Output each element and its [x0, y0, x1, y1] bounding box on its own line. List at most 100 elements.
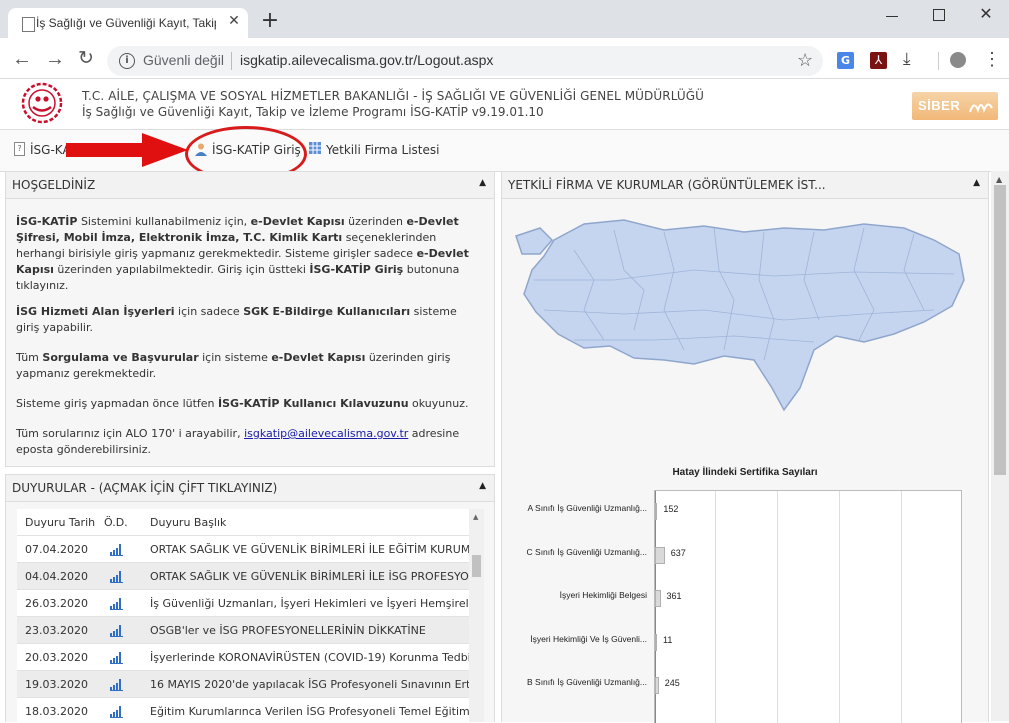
welcome-paragraph-1: İSG-KATİP Sistemini kullanabilmeniz için… — [16, 215, 469, 292]
chart-category-label: C Sınıfı İş Güvenliği Uzmanlığ... — [526, 546, 647, 557]
bar-chart-icon[interactable] — [110, 597, 123, 610]
announcements-title: DUYURULAR - (AÇMAK İÇİN ÇİFT TIKLAYINIZ) — [12, 481, 278, 495]
welcome-paragraph-2: İSG Hizmeti Alan İşyerleri için sadece S… — [16, 305, 457, 334]
scroll-thumb[interactable] — [994, 185, 1006, 475]
chart-category-label: A Sınıfı İş Güvenliği Uzmanlığ... — [527, 503, 647, 513]
bar-chart-icon[interactable] — [110, 543, 123, 556]
tab-close-icon[interactable]: ✕ — [226, 13, 242, 29]
announcements-table: Duyuru Tarih Ö.D. Duyuru Başlık 07.04.20… — [17, 509, 469, 722]
reload-icon[interactable]: ↻ — [78, 48, 100, 70]
row-od — [100, 643, 144, 671]
row-date: 07.04.2020 — [17, 535, 100, 563]
row-date: 19.03.2020 — [17, 670, 100, 698]
row-date: 26.03.2020 — [17, 589, 100, 617]
email-link[interactable]: isgkatip@ailevecalisma.gov.tr — [244, 427, 408, 440]
forward-icon[interactable]: → — [45, 48, 67, 70]
minimize-icon[interactable] — [886, 16, 898, 17]
chart-bar[interactable] — [655, 546, 665, 564]
announcements-scrollbar[interactable]: ▲ — [469, 509, 484, 722]
table-header-row: Duyuru Tarih Ö.D. Duyuru Başlık — [17, 509, 469, 536]
user-guide-link[interactable]: İSG-KATİP Kullanıcı Kılavuzunu — [218, 397, 409, 410]
page-scrollbar[interactable]: ▲ — [991, 171, 1009, 721]
welcome-paragraph-4: Sisteme giriş yapmadan önce lütfen İSG-K… — [16, 397, 469, 410]
welcome-body: İSG-KATİP Sistemini kullanabilmeniz için… — [16, 214, 478, 458]
chart-bar[interactable] — [655, 590, 661, 607]
table-row[interactable]: 04.04.2020 ORTAK SAĞLIK VE GÜVENLİK BİRİ… — [17, 562, 469, 590]
table-row[interactable]: 07.04.2020 ORTAK SAĞLIK VE GÜVENLİK BİRİ… — [17, 535, 469, 563]
header-ministry-title: T.C. AİLE, ÇALIŞMA VE SOSYAL HİZMETLER B… — [82, 89, 705, 103]
row-od — [100, 697, 144, 722]
translate-icon[interactable]: G — [837, 52, 854, 69]
bar-chart-icon[interactable] — [110, 624, 123, 637]
new-tab-icon[interactable]: + — [260, 10, 280, 32]
window-close-icon[interactable]: ✕ — [976, 4, 996, 24]
welcome-panel: HOŞGELDİNİZ ▲ İSG-KATİP Sistemini kullan… — [5, 171, 495, 467]
toolbar-separator — [938, 52, 939, 70]
firm-list-button[interactable]: Yetkili Firma Listesi — [326, 143, 439, 157]
siber-logo-text: SİBER — [918, 98, 961, 113]
table-row[interactable]: 23.03.2020 OSGB'ler ve İSG PROFESYONELLE… — [17, 616, 469, 644]
map-thrace-shape — [515, 227, 554, 255]
scroll-up-arrow-icon[interactable]: ▲ — [473, 513, 478, 521]
turkey-map[interactable] — [514, 210, 974, 430]
bar-chart-icon[interactable] — [110, 705, 123, 718]
maximize-icon[interactable] — [933, 9, 945, 21]
collapse-icon[interactable]: ▲ — [479, 178, 486, 188]
profile-icon[interactable] — [950, 52, 966, 68]
welcome-title: HOŞGELDİNİZ — [12, 178, 96, 192]
url-text[interactable]: isgkatip.ailevecalisma.gov.tr/Logout.asp… — [240, 52, 493, 68]
table-row[interactable]: 19.03.2020 16 MAYIS 2020'de yapılacak İS… — [17, 670, 469, 698]
bookmark-star-icon[interactable]: ☆ — [797, 50, 813, 71]
firms-panel-header: YETKİLİ FİRMA VE KURUMLAR (GÖRÜNTÜLEMEK … — [502, 172, 988, 199]
info-icon[interactable]: i — [119, 53, 135, 69]
pdf-icon[interactable]: ⅄ — [870, 52, 887, 69]
page-header — [0, 79, 1009, 128]
col-header-od[interactable]: Ö.D. — [100, 509, 144, 536]
row-od — [100, 670, 144, 698]
table-row[interactable]: 26.03.2020 İş Güvenliği Uzmanları, İşyer… — [17, 589, 469, 617]
row-title: İş Güvenliği Uzmanları, İşyeri Hekimleri… — [144, 589, 469, 617]
scroll-thumb[interactable] — [472, 555, 481, 577]
back-icon[interactable]: ← — [12, 48, 34, 70]
col-header-title[interactable]: Duyuru Başlık — [144, 509, 469, 536]
table-row[interactable]: 20.03.2020 İşyerlerinde KORONAVİRÜSTEN (… — [17, 643, 469, 671]
chart-gridline — [715, 491, 716, 723]
firms-panel: YETKİLİ FİRMA VE KURUMLAR (GÖRÜNTÜLEMEK … — [501, 171, 989, 723]
chart-gridline — [901, 491, 902, 723]
chart-bar[interactable] — [655, 633, 657, 651]
row-date: 18.03.2020 — [17, 697, 100, 722]
certificate-chart: 152 637 361 11 245 — [654, 490, 962, 723]
firm-list-grid-icon — [309, 142, 321, 154]
menu-kebab-icon[interactable]: ⋮ — [983, 49, 1001, 70]
collapse-icon[interactable]: ▲ — [973, 178, 980, 188]
collapse-icon[interactable]: ▲ — [479, 481, 486, 491]
bar-chart-icon[interactable] — [110, 570, 123, 583]
row-title: İşyerlerinde KORONAVİRÜSTEN (COVID-19) K… — [144, 643, 469, 671]
row-od — [100, 562, 144, 590]
scroll-up-arrow-icon[interactable]: ▲ — [996, 175, 1002, 184]
menu-item-isg-ka[interactable]: İSG-KA — [30, 143, 71, 157]
bar-chart-icon[interactable] — [110, 678, 123, 691]
table-row[interactable]: 18.03.2020 Eğitim Kurumlarınca Verilen İ… — [17, 697, 469, 722]
bar-chart-icon[interactable] — [110, 651, 123, 664]
download-icon[interactable]: ⤓ — [903, 49, 911, 69]
page-icon — [22, 17, 35, 32]
chart-value-label: 245 — [664, 678, 680, 688]
chart-bar[interactable] — [655, 677, 659, 694]
row-title: ORTAK SAĞLIK VE GÜVENLİK BİRİMLERİ İLE E… — [144, 535, 469, 563]
col-header-date[interactable]: Duyuru Tarih — [17, 509, 100, 536]
welcome-panel-header: HOŞGELDİNİZ — [6, 172, 494, 199]
help-doc-icon: ? — [14, 142, 25, 156]
chart-value-label: 152 — [663, 504, 679, 514]
ministry-logo — [21, 82, 63, 124]
row-od — [100, 589, 144, 617]
row-date: 04.04.2020 — [17, 562, 100, 590]
row-date: 20.03.2020 — [17, 643, 100, 671]
security-label: Güvenli değil — [143, 52, 224, 68]
row-title: ORTAK SAĞLIK VE GÜVENLİK BİRİMLERİ İLE İ… — [144, 562, 469, 590]
chart-bar[interactable] — [655, 503, 658, 520]
chart-value-label: 361 — [666, 591, 682, 601]
row-date: 23.03.2020 — [17, 616, 100, 644]
row-od — [100, 616, 144, 644]
chart-category-label: İşyeri Hekimliği Ve İş Güvenli... — [530, 633, 647, 644]
